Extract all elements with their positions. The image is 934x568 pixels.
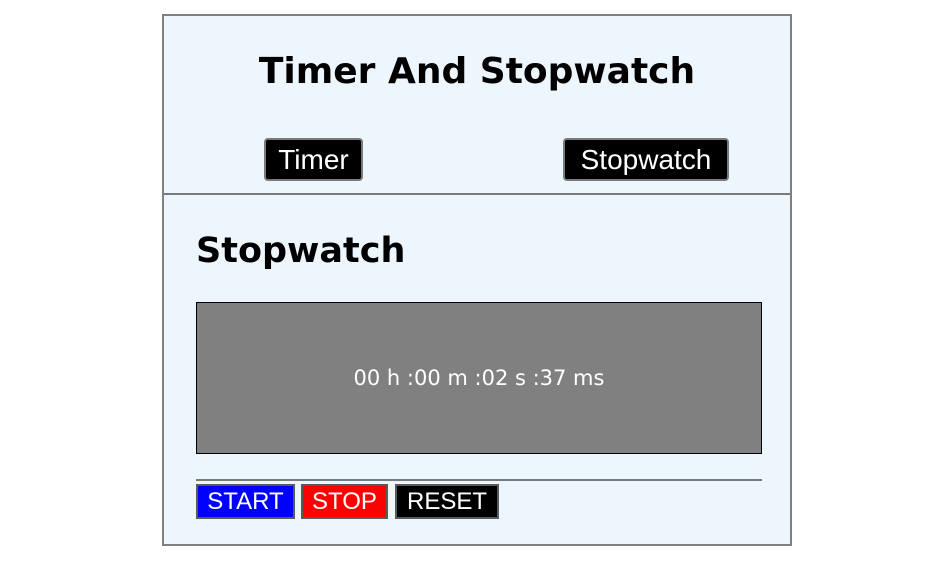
start-button[interactable]: START bbox=[196, 484, 295, 519]
stopwatch-mode-button[interactable]: Stopwatch bbox=[563, 138, 729, 181]
timer-stopwatch-app: Timer And Stopwatch Timer Stopwatch Stop… bbox=[162, 14, 792, 546]
controls-divider bbox=[196, 479, 762, 481]
header-divider bbox=[164, 193, 790, 195]
stop-button[interactable]: STOP bbox=[301, 484, 388, 519]
page-title: Timer And Stopwatch bbox=[258, 51, 696, 92]
stopwatch-section-title: Stopwatch bbox=[196, 231, 406, 271]
reset-button[interactable]: RESET bbox=[395, 484, 499, 519]
timer-mode-button[interactable]: Timer bbox=[264, 138, 363, 181]
elapsed-time-readout: 00 h :00 m :02 s :37 ms bbox=[353, 366, 605, 390]
stopwatch-display: 00 h :00 m :02 s :37 ms bbox=[196, 302, 762, 454]
app-header: Timer And Stopwatch Timer Stopwatch bbox=[164, 16, 790, 194]
